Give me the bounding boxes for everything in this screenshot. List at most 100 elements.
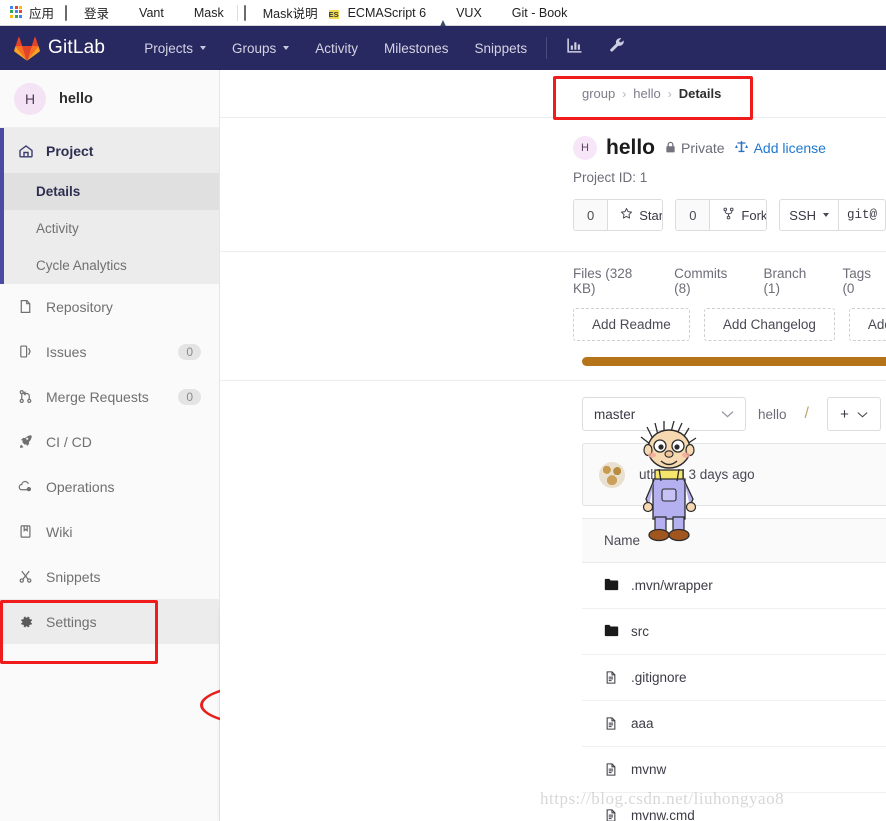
clone-url-group[interactable]: SSH git@: [779, 199, 886, 231]
sidebar-subitem-activity[interactable]: Activity: [4, 210, 219, 247]
avatar: [599, 461, 625, 488]
visibility-label: Private: [681, 140, 725, 156]
nav-groups[interactable]: Groups: [219, 26, 302, 70]
project-avatar: H: [14, 82, 46, 115]
fork-label: Fork: [741, 207, 768, 223]
nav-activity[interactable]: Activity: [302, 26, 371, 70]
stat-commits[interactable]: Commits (8): [674, 266, 746, 296]
sidebar-item-merge-requests[interactable]: Merge Requests 0: [0, 374, 219, 419]
star-label: Star: [639, 207, 664, 223]
sidebar-item-settings[interactable]: Settings: [0, 599, 219, 644]
nav-admin-wrench-button[interactable]: [596, 26, 639, 70]
table-row[interactable]: mvnw.cmd: [582, 793, 886, 821]
visibility-badge: Private: [664, 140, 725, 157]
bookmark-apps[interactable]: 应用: [8, 2, 63, 24]
chevron-down-icon: [857, 406, 868, 423]
sidebar-item-label: CI / CD: [46, 433, 92, 450]
sidebar-item-operations[interactable]: Operations: [0, 464, 219, 509]
table-row[interactable]: .mvn/wrapper: [582, 563, 886, 609]
add-contribution-button[interactable]: Add: [848, 308, 886, 341]
fork-button-group[interactable]: 0 Fork: [675, 199, 768, 231]
path-root[interactable]: hello: [758, 407, 787, 422]
sidebar-item-ci-cd[interactable]: CI / CD: [0, 419, 219, 464]
bookmark-ecmascript6[interactable]: ES ECMAScript 6: [327, 2, 436, 24]
breadcrumb-current: Details: [678, 86, 722, 101]
bookmark-label: Mask: [193, 5, 224, 20]
commit-authored-text: uthored 3 days ago: [639, 467, 755, 482]
breadcrumb-group[interactable]: group: [582, 86, 615, 101]
table-row[interactable]: .gitignore: [582, 655, 886, 701]
nav-snippets[interactable]: Snippets: [462, 26, 541, 70]
add-changelog-button[interactable]: Add Changelog: [703, 308, 835, 341]
bookmark-mask-doc[interactable]: Mask说明: [242, 2, 327, 24]
bookmark-vux[interactable]: VUX: [435, 2, 491, 33]
nav-divider: [546, 37, 548, 59]
breadcrumb-separator: ›: [622, 86, 627, 101]
stat-tags[interactable]: Tags (0: [842, 266, 886, 296]
bookmark-label: 登录: [84, 7, 110, 21]
add-license-link[interactable]: Add license: [734, 140, 826, 157]
star-button[interactable]: Star: [608, 200, 663, 230]
file-table-header: Name: [582, 519, 886, 563]
clone-url-input[interactable]: git@: [839, 208, 885, 222]
repo-stats-row: Files (328 KB) Commits (8) Branch (1) Ta…: [220, 251, 886, 296]
sidebar-item-repository[interactable]: Repository: [0, 284, 219, 329]
vant-icon: [120, 6, 134, 20]
nav-milestones[interactable]: Milestones: [371, 26, 462, 70]
breadcrumb-project[interactable]: hello: [633, 86, 660, 101]
bookmark-mask[interactable]: Mask: [173, 2, 233, 24]
book-icon: [18, 524, 34, 540]
sidebar-item-wiki[interactable]: Wiki: [0, 509, 219, 554]
vux-icon: [437, 5, 451, 33]
gitlab-home-link[interactable]: GitLab: [14, 36, 105, 61]
clone-protocol-dropdown[interactable]: SSH: [780, 200, 839, 230]
add-readme-button[interactable]: Add Readme: [573, 308, 690, 341]
file-icon: [604, 670, 619, 685]
page-icon: [65, 4, 79, 21]
nav-projects[interactable]: Projects: [131, 26, 219, 70]
bookmark-login[interactable]: 登录: [63, 2, 118, 24]
chart-icon: [566, 37, 583, 59]
add-to-repo-button[interactable]: +: [826, 397, 881, 431]
star-button-group[interactable]: 0 Star: [573, 199, 664, 231]
sidebar-subitem-label: Cycle Analytics: [36, 258, 127, 273]
sidebar-subitem-cycle-analytics[interactable]: Cycle Analytics: [4, 247, 219, 284]
file-name: aaa: [631, 716, 654, 731]
sidebar-item-label: Operations: [46, 478, 115, 495]
nav-label: Activity: [315, 40, 359, 56]
bookmark-vant[interactable]: Vant: [118, 2, 173, 24]
nav-analytics-button[interactable]: [553, 26, 596, 70]
table-row[interactable]: aaa: [582, 701, 886, 747]
bookmark-git-book[interactable]: Git - Book: [491, 2, 577, 24]
folder-icon: [604, 624, 619, 639]
sidebar-item-issues[interactable]: Issues 0: [0, 329, 219, 374]
breadcrumb: group › hello › Details: [220, 70, 886, 118]
es-icon: ES: [328, 9, 339, 19]
home-icon: [18, 143, 34, 159]
sidebar-item-project[interactable]: Project: [4, 128, 219, 173]
file-browser-table: Name .mvn/wrapper src .gitignore aaa mvn…: [582, 518, 886, 821]
stat-files[interactable]: Files (328 KB): [573, 266, 657, 296]
star-icon: [620, 207, 633, 223]
project-actions-row: 0 Star 0 Fork SSH git@: [220, 185, 886, 231]
chevron-down-icon: [283, 46, 290, 50]
plus-icon: +: [840, 405, 849, 423]
file-name: .gitignore: [631, 670, 687, 685]
sidebar-subitem-label: Details: [36, 184, 81, 199]
sidebar-item-label: Merge Requests: [46, 388, 149, 405]
document-icon: [18, 299, 34, 315]
sidebar-item-snippets[interactable]: Snippets: [0, 554, 219, 599]
stat-branches[interactable]: Branch (1): [763, 266, 825, 296]
sidebar-project-header[interactable]: H hello: [0, 70, 219, 128]
sidebar-subitem-details[interactable]: Details: [4, 173, 219, 210]
file-name: mvnw: [631, 762, 667, 777]
chevron-down-icon: [199, 46, 206, 50]
main-content: group › hello › Details H hello Private …: [220, 70, 886, 821]
branch-name: master: [594, 406, 636, 422]
project-sidebar: H hello Project Details Activity Cycle A…: [0, 70, 220, 821]
table-row[interactable]: mvnw: [582, 747, 886, 793]
branch-selector[interactable]: master: [582, 397, 746, 431]
bookmark-label: Vant: [139, 5, 164, 20]
table-row[interactable]: src: [582, 609, 886, 655]
fork-button[interactable]: Fork: [710, 200, 767, 230]
